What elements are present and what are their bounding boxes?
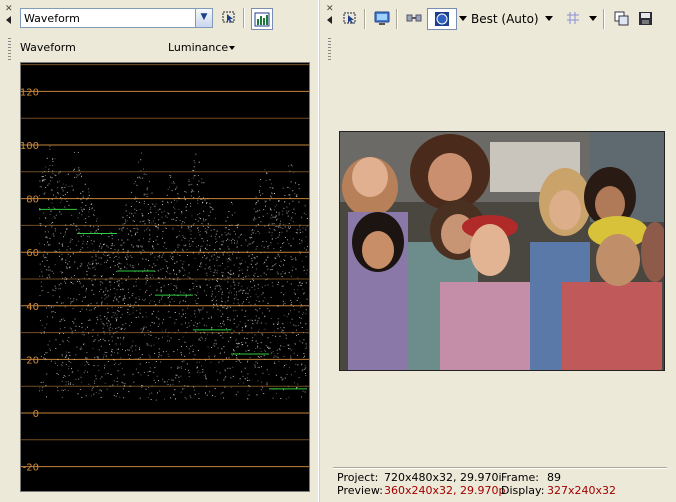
panel-grip[interactable] <box>8 38 11 62</box>
grid-dropdown-icon[interactable] <box>589 16 597 21</box>
y-axis-label: 100 <box>21 141 39 152</box>
selection-tool-icon <box>343 12 356 24</box>
frame-value: 89 <box>547 471 561 484</box>
close-icon[interactable]: ✕ <box>326 5 334 14</box>
monitor-icon <box>374 11 390 25</box>
external-monitor-button[interactable] <box>372 9 392 29</box>
preview-value: 360x240x32, 29.970p <box>384 484 506 497</box>
copy-snapshot-button[interactable] <box>611 9 631 29</box>
save-snapshot-icon <box>638 12 652 25</box>
toolbar-separator <box>243 8 245 28</box>
project-value: 720x480x32, 29.970i <box>384 471 502 484</box>
preview-selection-button[interactable] <box>340 9 360 29</box>
chevron-down-icon[interactable] <box>545 16 553 21</box>
waveform-scope: 120 100 80 60 40 20 0 -20 <box>20 62 310 492</box>
histogram-icon <box>254 12 270 27</box>
luminance-trace <box>39 145 308 401</box>
collapse-arrow-icon[interactable] <box>327 16 332 24</box>
video-preview-frame <box>339 131 665 371</box>
scope-type-dropdown[interactable]: Waveform ▼ <box>20 8 213 28</box>
waveform-plot: 120 100 80 60 40 20 0 -20 <box>21 64 309 474</box>
display-label: Display: <box>501 484 545 497</box>
chevron-down-icon[interactable]: ▼ <box>195 9 212 27</box>
overlay-button[interactable] <box>427 8 457 30</box>
collapse-arrow-icon[interactable] <box>6 16 11 24</box>
grid-button[interactable] <box>563 9 583 29</box>
chevron-down-icon[interactable] <box>229 46 235 50</box>
video-frame-image <box>340 132 664 370</box>
y-axis-label: 60 <box>26 248 39 259</box>
selection-tool-button[interactable] <box>219 8 239 28</box>
scope-type-value: Waveform <box>24 12 80 25</box>
toolbar-separator <box>603 9 605 29</box>
preview-label: Preview: <box>337 484 383 497</box>
project-label: Project: <box>337 471 379 484</box>
panel-grip[interactable] <box>328 38 331 62</box>
y-axis-label: 0 <box>33 409 39 420</box>
scope-title: Waveform <box>20 41 76 54</box>
save-snapshot-button[interactable] <box>635 9 655 29</box>
frame-label: Frame: <box>501 471 539 484</box>
overlay-icon <box>435 12 449 26</box>
y-axis-label: 80 <box>26 195 39 206</box>
display-value: 327x240x32 <box>547 484 617 497</box>
channel-selector-label[interactable]: Luminance <box>168 41 228 54</box>
preview-quality-dropdown[interactable]: Best (Auto) <box>471 12 539 26</box>
video-scopes-panel: ✕ Waveform ▼ Waveform Luminance 120 100 80… <box>0 0 318 502</box>
split-screen-icon <box>406 14 422 22</box>
histogram-toggle-button[interactable] <box>251 8 273 30</box>
y-axis-label: 120 <box>21 87 39 98</box>
grid-icon <box>567 12 579 24</box>
y-axis-label: -20 <box>23 463 39 474</box>
toolbar-separator <box>396 9 398 29</box>
close-icon[interactable]: ✕ <box>5 5 13 14</box>
selection-tool-icon <box>222 11 235 23</box>
y-axis-label: 20 <box>26 355 39 366</box>
toolbar-separator <box>364 9 366 29</box>
split-screen-button[interactable] <box>404 9 424 29</box>
overlay-dropdown-icon[interactable] <box>459 16 467 21</box>
copy-snapshot-icon <box>614 11 628 26</box>
status-separator <box>333 467 667 469</box>
y-axis-label: 40 <box>26 302 39 313</box>
